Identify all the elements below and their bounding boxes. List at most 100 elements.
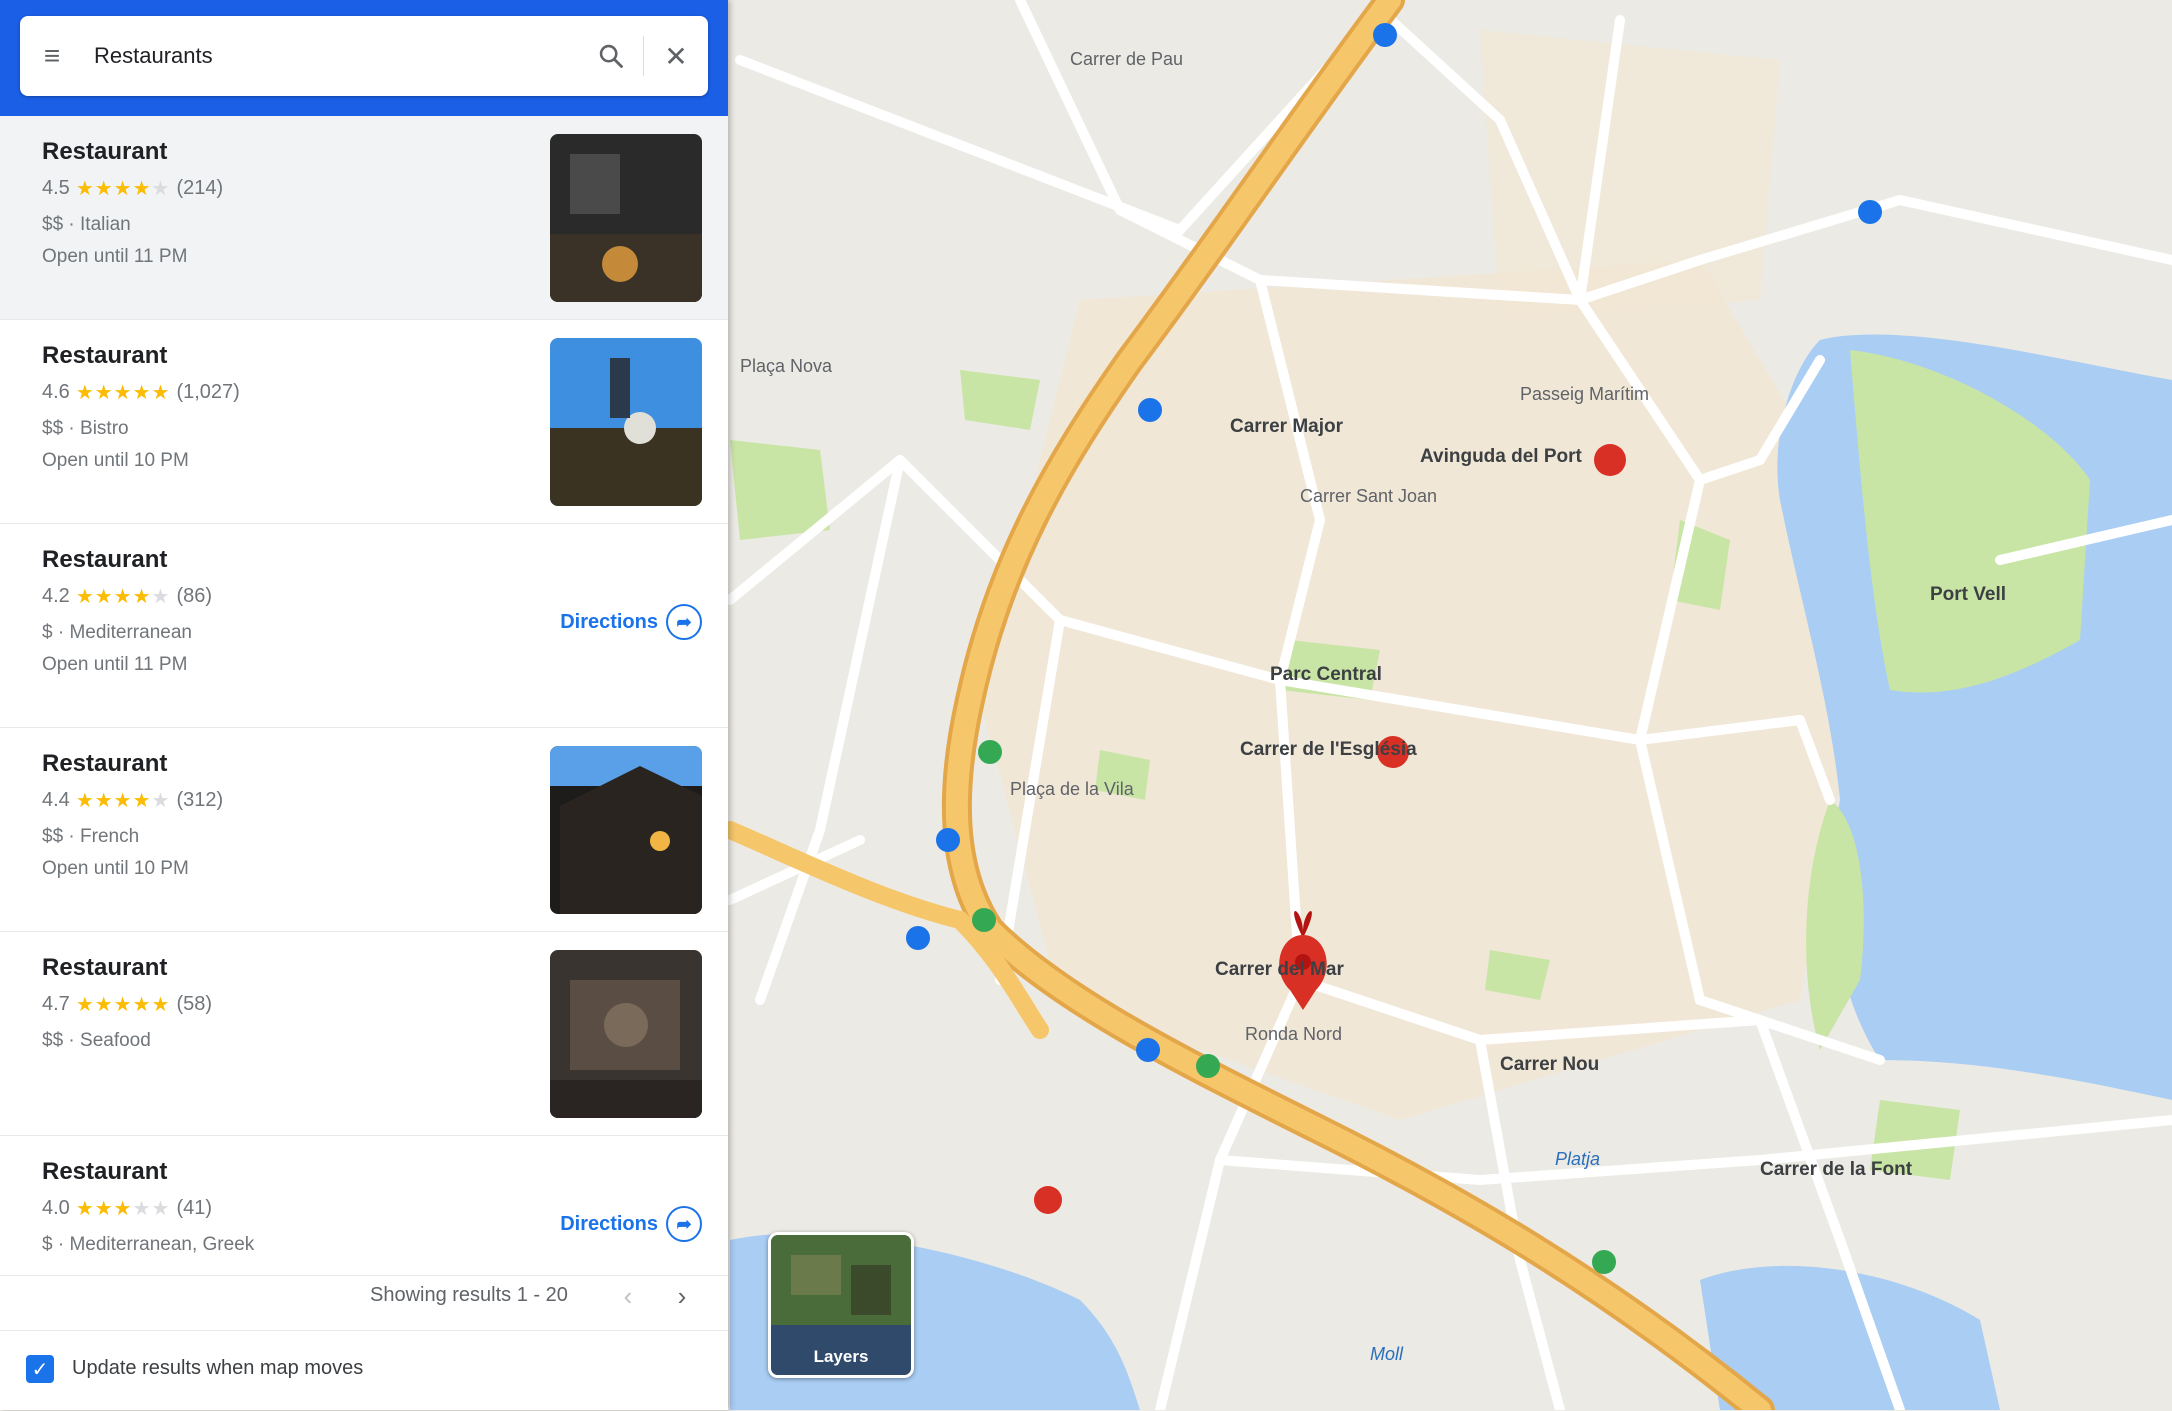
result-rating-row: 4.4 ★★★★★ (312) (42, 788, 223, 813)
map-label: Carrer Major (1230, 416, 1344, 437)
result-item[interactable]: Restaurant 4.5 ★★★★★ (214) $$ · Italian … (0, 116, 728, 320)
star-rating: ★★★★★ (75, 1198, 171, 1220)
transit-icon[interactable] (1858, 200, 1882, 224)
checkbox-checked-icon[interactable]: ✓ (26, 1355, 54, 1383)
map-label: Carrer del Mar (1215, 959, 1344, 980)
pagination-label: Showing results 1 - 20 (370, 1284, 568, 1306)
result-item[interactable]: Restaurant 4.2 ★★★★★ (86) $ · Mediterran… (0, 524, 728, 728)
pagination: Showing results 1 - 20 ‹ › (0, 1260, 728, 1330)
result-photo[interactable] (550, 746, 702, 914)
result-hours: Open until 10 PM (42, 450, 189, 471)
result-item[interactable]: Restaurant 4.7 ★★★★★ (58) $$ · Seafood (0, 932, 728, 1136)
close-icon[interactable]: ✕ (644, 16, 708, 96)
restaurant-marker[interactable] (1594, 444, 1626, 476)
result-rating: 4.2 (42, 585, 70, 607)
map-label: Port Vell (1930, 584, 2006, 605)
layers-label: Layers (813, 1347, 869, 1366)
result-item[interactable]: Restaurant 4.6 ★★★★★ (1,027) $$ · Bistro… (0, 320, 728, 524)
result-item[interactable]: Restaurant 4.0 ★★★★★ (41) $ · Mediterran… (0, 1136, 728, 1276)
result-hours: Open until 11 PM (42, 654, 188, 675)
search-input[interactable] (84, 43, 579, 69)
result-name[interactable]: Restaurant (42, 138, 167, 166)
star-rating: ★★★★★ (75, 178, 171, 200)
transit-icon[interactable] (1136, 1038, 1160, 1062)
menu-icon[interactable]: ≡ (20, 16, 84, 96)
update-results-toggle[interactable]: ✓ Update results when map moves (0, 1330, 728, 1411)
transit-icon[interactable] (1138, 398, 1162, 422)
result-category: $$ · Italian (42, 214, 131, 235)
directions-label: Directions (560, 610, 658, 633)
result-rating: 4.0 (42, 1197, 70, 1219)
update-results-label: Update results when map moves (72, 1357, 364, 1379)
review-count: (41) (176, 1197, 213, 1219)
result-item[interactable]: Restaurant 4.4 ★★★★★ (312) $$ · French O… (0, 728, 728, 932)
result-hours: Open until 11 PM (42, 246, 188, 267)
search-box[interactable]: ≡ ✕ (20, 16, 708, 96)
map-label: Carrer de Pau (1070, 49, 1183, 69)
directions-button[interactable]: Directions ➦ (560, 604, 702, 640)
review-count: (312) (176, 789, 224, 811)
map-water-label: Moll (1370, 1344, 1404, 1364)
park-icon[interactable] (978, 740, 1002, 764)
result-rating: 4.5 (42, 177, 70, 199)
star-rating: ★★★★★ (75, 382, 171, 404)
review-count: (1,027) (176, 381, 240, 403)
review-count: (58) (176, 993, 213, 1015)
result-rating: 4.7 (42, 993, 70, 1015)
directions-button[interactable]: Directions ➦ (560, 1206, 702, 1242)
map-label: Carrer Sant Joan (1300, 486, 1437, 506)
park-icon[interactable] (1196, 1054, 1220, 1078)
result-category: $$ · Seafood (42, 1030, 151, 1051)
result-name[interactable]: Restaurant (42, 954, 167, 982)
map-label: Parc Central (1270, 664, 1382, 685)
park-icon[interactable] (972, 908, 996, 932)
map-label: Plaça Nova (740, 356, 833, 376)
restaurant-marker[interactable] (1034, 1186, 1062, 1214)
result-rating-row: 4.6 ★★★★★ (1,027) (42, 380, 240, 405)
review-count: (214) (176, 177, 224, 199)
result-hours: Open until 10 PM (42, 858, 189, 879)
result-photo[interactable] (550, 338, 702, 506)
search-icon[interactable] (579, 16, 643, 96)
result-photo[interactable] (550, 950, 702, 1118)
map-water-label: Platja (1555, 1149, 1600, 1169)
result-name[interactable]: Restaurant (42, 750, 167, 778)
result-rating-row: 4.0 ★★★★★ (41) (42, 1196, 212, 1221)
directions-icon: ➦ (666, 604, 702, 640)
result-photo[interactable] (550, 134, 702, 302)
results-panel: ≡ ✕ Restaurant 4.5 ★★★★★ (214) $$ · Ital… (0, 0, 728, 1410)
result-rating-row: 4.2 ★★★★★ (86) (42, 584, 212, 609)
chevron-right-icon[interactable]: › (662, 1276, 702, 1316)
map-label: Ronda Nord (1245, 1024, 1342, 1044)
map-label: Avinguda del Port (1420, 446, 1583, 467)
chevron-left-icon[interactable]: ‹ (608, 1276, 648, 1316)
transit-icon[interactable] (1373, 23, 1397, 47)
result-name[interactable]: Restaurant (42, 1158, 167, 1186)
map-label: Carrer de l'Església (1240, 739, 1417, 760)
directions-icon: ➦ (666, 1206, 702, 1242)
park-icon[interactable] (1592, 1250, 1616, 1274)
map-park-small (960, 370, 1040, 430)
map-label: Passeig Marítim (1520, 384, 1649, 404)
review-count: (86) (176, 585, 213, 607)
star-rating: ★★★★★ (75, 994, 171, 1016)
result-category: $$ · French (42, 826, 140, 847)
result-rating: 4.4 (42, 789, 70, 811)
result-rating-row: 4.5 ★★★★★ (214) (42, 176, 223, 201)
map-label: Carrer de la Font (1760, 1159, 1913, 1180)
map-label: Carrer Nou (1500, 1054, 1599, 1075)
result-name[interactable]: Restaurant (42, 546, 167, 574)
layers-button[interactable]: Layers (768, 1232, 914, 1378)
star-rating: ★★★★★ (75, 586, 171, 608)
result-rating: 4.6 (42, 381, 70, 403)
map-label: Plaça de la Vila (1010, 779, 1135, 799)
search-bar-container: ≡ ✕ (0, 0, 728, 116)
transit-icon[interactable] (936, 828, 960, 852)
star-rating: ★★★★★ (75, 790, 171, 812)
results-list: Restaurant 4.5 ★★★★★ (214) $$ · Italian … (0, 116, 728, 1276)
result-category: $ · Mediterranean (42, 622, 192, 643)
result-name[interactable]: Restaurant (42, 342, 167, 370)
result-rating-row: 4.7 ★★★★★ (58) (42, 992, 212, 1017)
directions-label: Directions (560, 1212, 658, 1235)
transit-icon[interactable] (906, 926, 930, 950)
